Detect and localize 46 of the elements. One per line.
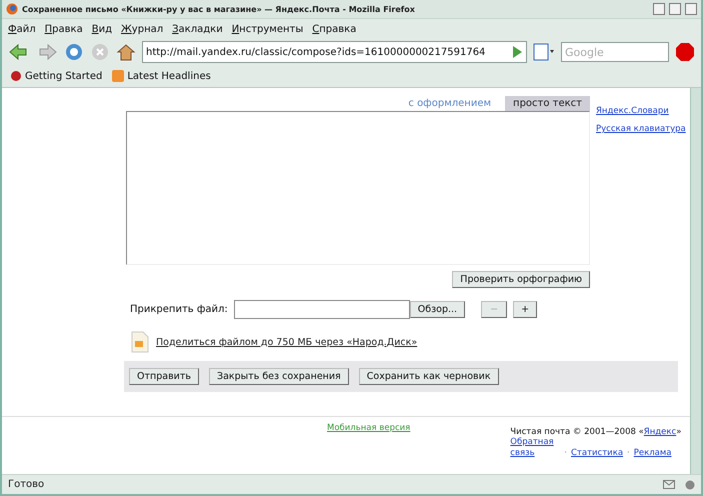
scrollbar[interactable] xyxy=(690,88,701,474)
separator-dot: · xyxy=(627,448,630,458)
separator-dot: · xyxy=(564,448,567,458)
menu-item[interactable]: Справка xyxy=(312,24,356,34)
yandex-link[interactable]: Яндекс xyxy=(644,427,676,437)
menu-item[interactable]: Вид xyxy=(92,24,112,34)
mail-icon[interactable] xyxy=(663,480,675,489)
address-bar[interactable]: http://mail.yandex.ru/classic/compose?ids=1610000000217591764 xyxy=(142,41,527,63)
action-button[interactable]: Отправить xyxy=(129,368,199,385)
footer-link[interactable]: Статистика xyxy=(570,448,624,458)
menu-item[interactable]: Закладки xyxy=(172,24,223,34)
reload-icon[interactable] xyxy=(64,42,84,62)
mobile-version-link[interactable]: Мобильная версия xyxy=(327,423,410,435)
copyright-text: Чистая почта © 2001—2008 «Яндекс» xyxy=(510,427,682,437)
menu-item[interactable]: Файл xyxy=(8,24,36,34)
home-icon[interactable] xyxy=(116,42,136,62)
browse-button[interactable]: Обзор... xyxy=(410,301,466,318)
file-field[interactable] xyxy=(234,300,410,319)
message-field[interactable] xyxy=(126,111,590,265)
bookmark-item[interactable]: Getting Started xyxy=(10,70,102,82)
share-file-link[interactable]: Поделиться файлом до 750 МБ через «Народ.Диск» xyxy=(156,336,418,348)
bookmark-item[interactable]: Latest Headlines xyxy=(112,70,211,82)
format-tab[interactable]: просто текст xyxy=(505,96,590,111)
menu-item[interactable]: Инструменты xyxy=(232,24,304,34)
add-file-button[interactable]: + xyxy=(513,301,538,318)
maximize-button[interactable] xyxy=(669,3,681,15)
action-button[interactable]: Сохранить как черновик xyxy=(358,368,499,385)
side-link[interactable]: Яндекс.Словари xyxy=(596,106,686,116)
side-link[interactable]: Русская клавиатура xyxy=(596,124,686,134)
action-button[interactable]: Закрыть без сохранения xyxy=(208,368,349,385)
rss-icon xyxy=(112,70,124,82)
status-text: Готово xyxy=(8,479,46,490)
attach-label: Прикрепить файл: xyxy=(130,304,228,315)
format-tab[interactable]: с оформлением xyxy=(400,96,500,111)
minimize-button[interactable] xyxy=(653,3,665,15)
search-field[interactable]: Google xyxy=(561,42,669,62)
browser-logo-icon xyxy=(6,3,18,15)
document-icon xyxy=(130,331,150,353)
menu-item[interactable]: Журнал xyxy=(121,24,164,34)
footer-link[interactable]: Реклама xyxy=(634,448,672,458)
search-engine-icon[interactable] xyxy=(533,43,555,61)
footer-link[interactable]: Обратная связь xyxy=(510,437,560,459)
spellcheck-button[interactable]: Проверить орфографию xyxy=(452,271,590,288)
menu-item[interactable]: Правка xyxy=(44,24,83,34)
close-button[interactable] xyxy=(685,3,697,15)
window-title: Сохраненное письмо «Книжки-ру у вас в магазине» — Яндекс.Почта - Mozilla Firefox xyxy=(22,4,416,14)
